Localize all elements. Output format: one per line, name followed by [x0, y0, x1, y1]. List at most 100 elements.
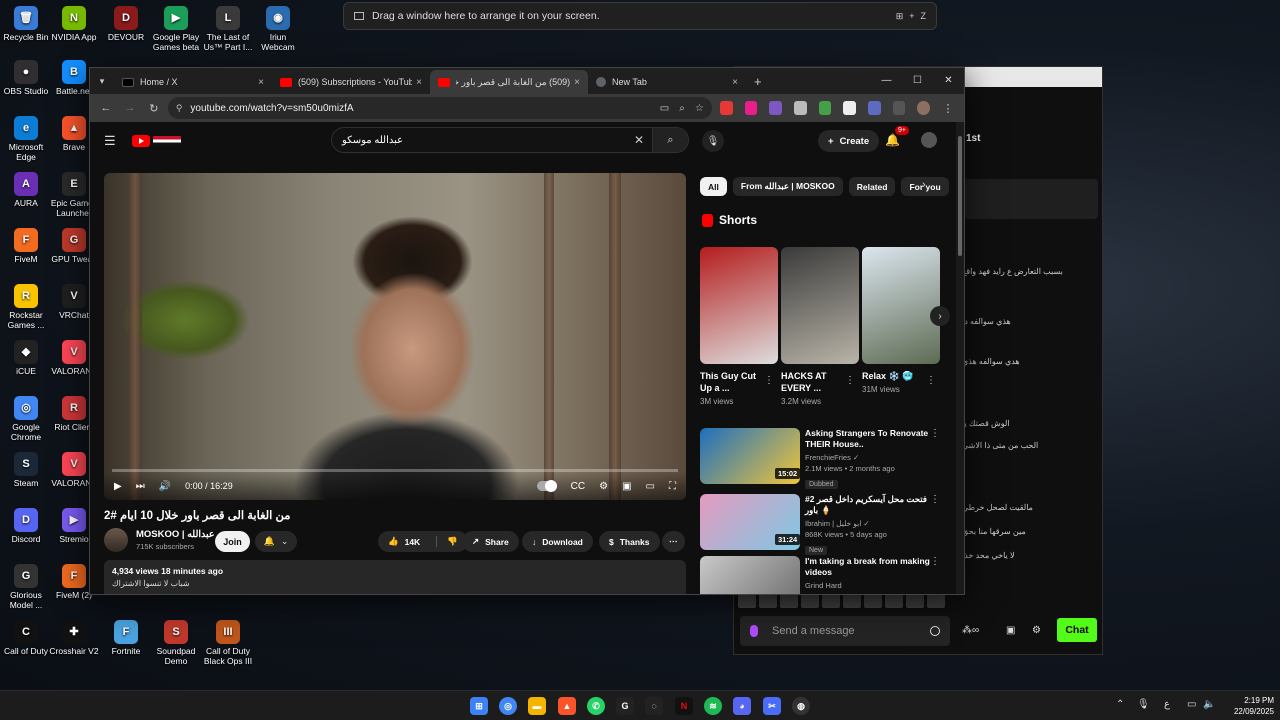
- tab-search-icon[interactable]: ▾: [90, 68, 114, 94]
- short-item[interactable]: HACKS AT EVERY ... 3.2M views ⋮: [781, 247, 859, 406]
- video-title[interactable]: #2 فتحت محل آيسكريم داخل قصر باور 🍦: [805, 494, 933, 516]
- emote[interactable]: [801, 594, 819, 608]
- more-options-icon[interactable]: ⋮: [926, 375, 936, 386]
- channel-avatar[interactable]: [104, 528, 128, 552]
- like-button[interactable]: 👍 14K 👎: [378, 531, 468, 552]
- desktop-icon[interactable]: ◎ Google Chrome: [0, 396, 52, 442]
- netflix-icon[interactable]: N: [675, 697, 693, 715]
- search-icon[interactable]: ⌕: [652, 128, 688, 152]
- next-icon[interactable]: ⏭: [136, 481, 145, 492]
- discord-taskbar-icon[interactable]: ◕: [733, 697, 751, 715]
- chevron-right-icon[interactable]: ›: [922, 179, 926, 191]
- close-tab-icon[interactable]: ×: [574, 77, 580, 88]
- more-actions-icon[interactable]: ⋯: [662, 531, 685, 552]
- tab-x[interactable]: Home / X ×: [114, 70, 272, 94]
- emote-bar[interactable]: [738, 594, 945, 608]
- cast-icon[interactable]: ▭: [660, 103, 669, 114]
- browser-menu-icon[interactable]: ⋮: [938, 97, 958, 119]
- desktop-icon[interactable]: ▶ Google Play Games beta: [150, 6, 202, 52]
- desktop-icon[interactable]: 🗑 Recycle Bin: [0, 6, 52, 42]
- close-tab-icon[interactable]: ×: [258, 77, 264, 88]
- desktop-icon[interactable]: ✚ Crosshair V2: [48, 620, 100, 656]
- maximize-icon[interactable]: ☐: [902, 68, 933, 94]
- close-tab-icon[interactable]: ×: [416, 77, 422, 88]
- extension-icon[interactable]: [769, 101, 782, 115]
- download-button[interactable]: ↓ Download: [522, 531, 593, 552]
- chat-mic-icon[interactable]: [750, 625, 758, 637]
- short-item[interactable]: This Guy Cut Up a ... 3M views ⋮: [700, 247, 778, 406]
- settings-gear-icon[interactable]: ⚙: [1032, 625, 1041, 636]
- settings-gear-icon[interactable]: ⚙: [599, 481, 608, 492]
- chat-send-button[interactable]: Chat: [1057, 618, 1097, 642]
- channel-name[interactable]: Grind Hard: [805, 581, 933, 590]
- thanks-button[interactable]: $ Thanks: [599, 531, 660, 552]
- brave-taskbar-icon[interactable]: ▲: [558, 697, 576, 715]
- desktop-icon[interactable]: F Fortnite: [100, 620, 152, 656]
- back-icon[interactable]: ←: [96, 97, 116, 119]
- browser-window[interactable]: ▾ Home / X × (509) Subscriptions - YouTu…: [89, 67, 965, 595]
- reload-icon[interactable]: ↻: [144, 97, 164, 119]
- channel-info[interactable]: MOSKOO | عبدالله 715K subscribers: [104, 528, 215, 552]
- extension-icon[interactable]: [793, 101, 807, 115]
- snap-layout-bar[interactable]: Drag a window here to arrange it on your…: [343, 2, 937, 30]
- desktop-icon[interactable]: S Soundpad Demo: [150, 620, 202, 666]
- video-player[interactable]: ▶ ⏭ 🔊 0:00 / 16:29 CC ⚙ ▣ ▭ ⛶: [104, 173, 686, 500]
- chip-from-channel[interactable]: From عبدالله | MOSKOO: [732, 177, 843, 196]
- spotify-icon[interactable]: ≋: [704, 697, 722, 715]
- system-clock[interactable]: 2:19 PM 22/09/2025: [1224, 695, 1274, 717]
- notifications-bell-icon[interactable]: 🔔: [885, 133, 900, 147]
- chat-message-input[interactable]: Send a message: [740, 616, 950, 646]
- more-options-icon[interactable]: ⋮: [930, 494, 940, 505]
- forward-icon[interactable]: →: [120, 97, 140, 119]
- subscribed-bell-button[interactable]: 🔔 ⌄: [255, 531, 297, 552]
- desktop-icon[interactable]: S Steam: [0, 452, 52, 488]
- page-scrollbar[interactable]: [956, 122, 964, 594]
- file-explorer-icon[interactable]: ▬: [528, 697, 546, 715]
- voice-search-icon[interactable]: 🎙: [702, 130, 724, 152]
- g-app-icon[interactable]: G: [616, 697, 634, 715]
- extension-icon[interactable]: [719, 101, 733, 115]
- start-windows-icon[interactable]: ⊞: [470, 697, 488, 715]
- minimize-icon[interactable]: —: [871, 68, 902, 94]
- youtube-logo[interactable]: [132, 135, 181, 147]
- volume-tray-icon[interactable]: 🔈: [1203, 699, 1215, 710]
- extension-icon[interactable]: [744, 101, 758, 115]
- extension-icon[interactable]: [843, 101, 856, 115]
- thumbs-down-icon[interactable]: 👎: [436, 536, 458, 547]
- extensions-puzzle-icon[interactable]: [892, 101, 906, 115]
- desktop-icon[interactable]: III Call of Duty Black Ops III: [202, 620, 254, 666]
- video-title[interactable]: Asking Strangers To Renovate THEIR House…: [805, 428, 933, 450]
- desktop-icon[interactable]: R Rockstar Games ...: [0, 284, 52, 330]
- tab-subscriptions[interactable]: (509) Subscriptions - YouTube ×: [272, 70, 430, 94]
- tab-current-video[interactable]: (509) من الغابة الى قصر باور خلا ×: [430, 70, 588, 94]
- recommended-video[interactable]: 31:24 #2 فتحت محل آيسكريم داخل قصر باور 🍦…: [700, 494, 940, 555]
- emote[interactable]: [864, 594, 882, 608]
- desktop-icon[interactable]: G Glorious Model ...: [0, 564, 52, 610]
- address-bar[interactable]: ⚲ youtube.com/watch?v=sm50u0mizfA ▭ ⌕ ☆: [167, 97, 712, 119]
- close-tab-icon[interactable]: ×: [732, 77, 738, 88]
- emote[interactable]: [843, 594, 861, 608]
- scrollbar-thumb[interactable]: [958, 136, 962, 256]
- new-tab-button[interactable]: +: [746, 70, 770, 94]
- emote[interactable]: [822, 594, 840, 608]
- gift-icon[interactable]: ▣: [1006, 625, 1015, 636]
- desktop-icon[interactable]: N NVIDIA App: [48, 6, 100, 42]
- recommended-video[interactable]: 15:02 Asking Strangers To Renovate THEIR …: [700, 428, 940, 489]
- emote[interactable]: [759, 594, 777, 608]
- extension-icon[interactable]: [867, 101, 881, 115]
- channel-name[interactable]: Ibrahim | ابو خليل ✓: [805, 519, 933, 528]
- volume-icon[interactable]: 🔊: [159, 481, 171, 492]
- snipping-tool-icon[interactable]: ✂: [763, 697, 781, 715]
- video-thumbnail[interactable]: [700, 556, 800, 594]
- more-options-icon[interactable]: ⋮: [930, 556, 940, 567]
- desktop-icon[interactable]: A AURA: [0, 172, 52, 208]
- desktop-icon[interactable]: D DEVOUR: [100, 6, 152, 42]
- play-icon[interactable]: ▶: [114, 481, 122, 492]
- emoji-icon[interactable]: [930, 626, 940, 636]
- clear-search-icon[interactable]: ✕: [634, 133, 644, 147]
- crosshair-taskbar-icon[interactable]: ◌: [645, 697, 663, 715]
- short-title[interactable]: This Guy Cut Up a ...: [700, 370, 764, 394]
- desktop-icon[interactable]: D Discord: [0, 508, 52, 544]
- emote[interactable]: [780, 594, 798, 608]
- recommended-video[interactable]: I'm taking a break from making videos Gri…: [700, 556, 940, 594]
